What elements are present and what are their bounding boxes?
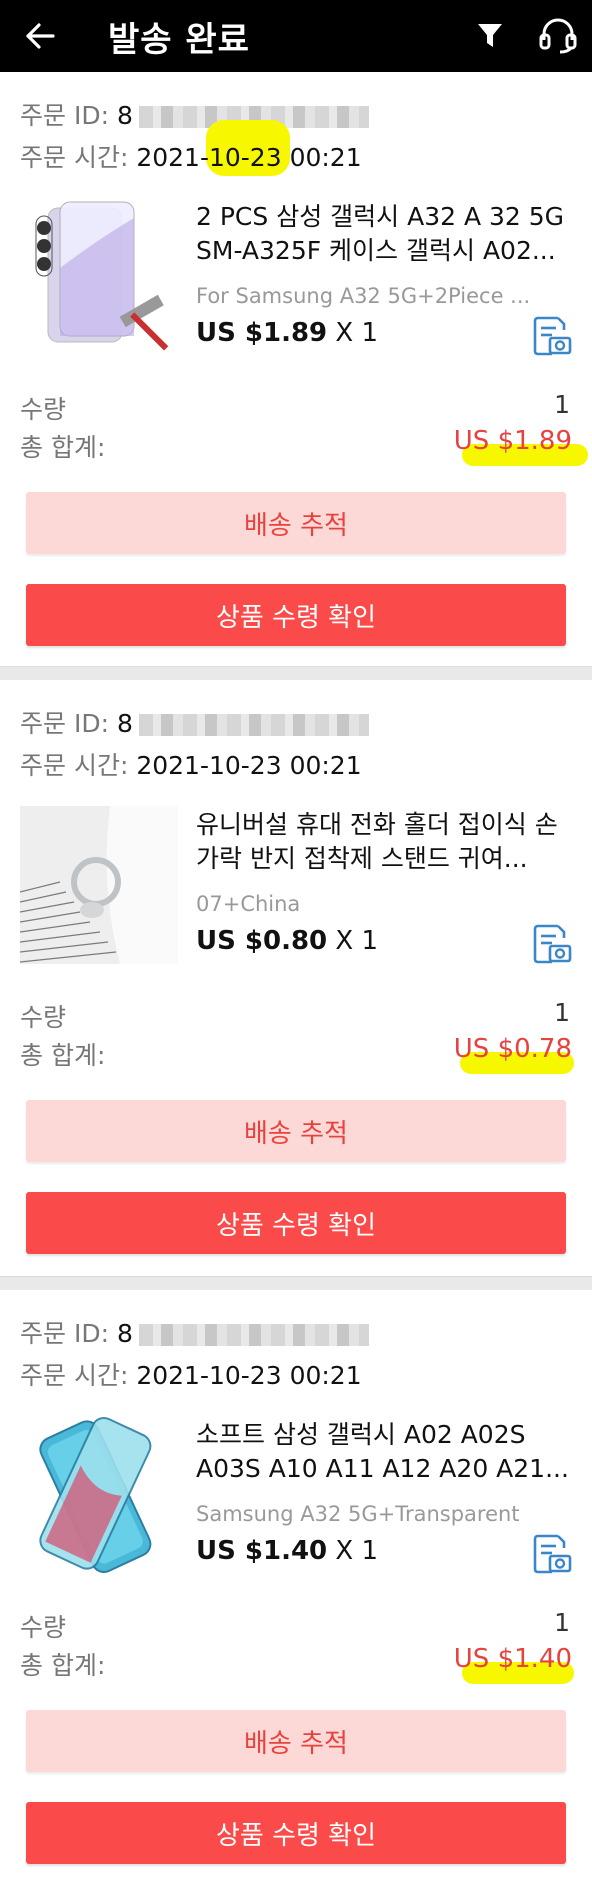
product-variant: For Samsung A32 5G+2Piece ... bbox=[196, 284, 531, 308]
order-id-value: 8 bbox=[116, 101, 133, 130]
unit-price: US $1.89 bbox=[196, 318, 328, 348]
snapshot-icon bbox=[533, 924, 572, 964]
order-id: 주문 ID: 8 bbox=[20, 96, 369, 132]
order-time: 주문 시간: 2021-10-23 00:21 bbox=[20, 138, 362, 174]
order-id-label: 주문 ID: bbox=[20, 1319, 109, 1348]
redacted-order-id bbox=[138, 714, 369, 736]
order-card: 주문 ID: 8 주문 시간: 2021-10-23 00:21 유니버설 휴대… bbox=[0, 680, 592, 1270]
order-card: 주문 ID: 8 주문 시간: 2021-10-23 00:21 소프트 삼성 … bbox=[0, 1290, 592, 1890]
order-id-label: 주문 ID: bbox=[20, 709, 109, 738]
order-time: 주문 시간: 2021-10-23 00:21 bbox=[20, 746, 362, 782]
quantity-multiplier: X 1 bbox=[327, 318, 379, 348]
order-time-value: 2021-10-23 00:21 bbox=[136, 1361, 362, 1390]
snapshot-button[interactable] bbox=[532, 316, 572, 356]
snapshot-button[interactable] bbox=[532, 924, 572, 964]
confirm-receipt-button[interactable]: 상품 수령 확인 bbox=[26, 1192, 566, 1254]
total-label: 총 합계: bbox=[20, 1041, 106, 1070]
track-shipment-button[interactable]: 배송 추적 bbox=[26, 492, 566, 554]
track-shipment-button[interactable]: 배송 추적 bbox=[26, 1710, 566, 1772]
unit-price: US $0.80 bbox=[196, 926, 328, 956]
quantity-value: 1 bbox=[554, 1608, 570, 1637]
quantity-multiplier: X 1 bbox=[327, 1536, 379, 1566]
confirm-receipt-button[interactable]: 상품 수령 확인 bbox=[26, 584, 566, 646]
total-price: US $0.78 bbox=[453, 1034, 572, 1064]
unit-price-line: US $0.80 X 1 bbox=[196, 926, 378, 956]
product-name[interactable]: 2 PCS 삼성 갤럭시 A32 A 32 5G SM-A325F 케이스 갤럭… bbox=[196, 200, 570, 268]
order-time-value: 2021-10-23 00:21 bbox=[136, 143, 362, 172]
quantity-label: 수량 bbox=[20, 1613, 67, 1642]
unit-price-line: US $1.89 X 1 bbox=[196, 318, 378, 348]
customer-service-button[interactable] bbox=[524, 0, 592, 72]
order-time: 주문 시간: 2021-10-23 00:21 bbox=[20, 1356, 362, 1392]
product-name[interactable]: 소프트 삼성 갤럭시 A02 A02S A03S A10 A11 A12 A20… bbox=[196, 1418, 570, 1486]
product-image[interactable] bbox=[20, 198, 178, 356]
unit-price-line: US $1.40 X 1 bbox=[196, 1536, 378, 1566]
redacted-order-id bbox=[138, 1324, 369, 1346]
snapshot-button[interactable] bbox=[532, 1534, 572, 1574]
unit-price: US $1.40 bbox=[196, 1536, 328, 1566]
page-title: 발송 완료 bbox=[108, 19, 250, 60]
product-image[interactable] bbox=[20, 806, 178, 964]
product-variant: 07+China bbox=[196, 892, 301, 916]
headset-icon bbox=[539, 18, 577, 54]
order-id-value: 8 bbox=[116, 709, 133, 738]
back-button[interactable] bbox=[0, 0, 80, 72]
order-time-label: 주문 시간: bbox=[20, 751, 129, 780]
order-id: 주문 ID: 8 bbox=[20, 704, 369, 740]
product-image[interactable] bbox=[20, 1416, 178, 1574]
quantity-label: 수량 bbox=[20, 395, 67, 424]
track-shipment-button[interactable]: 배송 추적 bbox=[26, 1100, 566, 1162]
product-name[interactable]: 유니버설 휴대 전화 홀더 접이식 손가락 반지 접착제 스탠드 귀여... bbox=[196, 808, 570, 876]
quantity-label: 수량 bbox=[20, 1003, 67, 1032]
snapshot-icon bbox=[533, 316, 572, 356]
order-time-label: 주문 시간: bbox=[20, 143, 129, 172]
order-card: 주문 ID: 8 주문 시간: 2021-10-23 00:21 2 PCS 삼… bbox=[0, 72, 592, 662]
order-time-value: 2021-10-23 00:21 bbox=[136, 751, 362, 780]
filter-icon bbox=[478, 24, 502, 47]
quantity-value: 1 bbox=[554, 390, 570, 419]
confirm-receipt-button[interactable]: 상품 수령 확인 bbox=[26, 1802, 566, 1864]
total-label: 총 합계: bbox=[20, 433, 106, 462]
product-variant: Samsung A32 5G+Transparent bbox=[196, 1502, 520, 1526]
order-divider bbox=[0, 666, 592, 680]
total-price: US $1.89 bbox=[453, 426, 572, 456]
filter-button[interactable] bbox=[456, 0, 524, 72]
order-id-label: 주문 ID: bbox=[20, 101, 109, 130]
quantity-multiplier: X 1 bbox=[327, 926, 379, 956]
order-id-value: 8 bbox=[116, 1319, 133, 1348]
quantity-value: 1 bbox=[554, 998, 570, 1027]
total-label: 총 합계: bbox=[20, 1651, 106, 1680]
snapshot-icon bbox=[533, 1534, 572, 1574]
order-id: 주문 ID: 8 bbox=[20, 1314, 369, 1350]
back-arrow-icon bbox=[26, 23, 55, 49]
top-bar: 발송 완료 bbox=[0, 0, 592, 72]
order-divider bbox=[0, 1276, 592, 1290]
order-time-label: 주문 시간: bbox=[20, 1361, 129, 1390]
total-price: US $1.40 bbox=[453, 1644, 572, 1674]
